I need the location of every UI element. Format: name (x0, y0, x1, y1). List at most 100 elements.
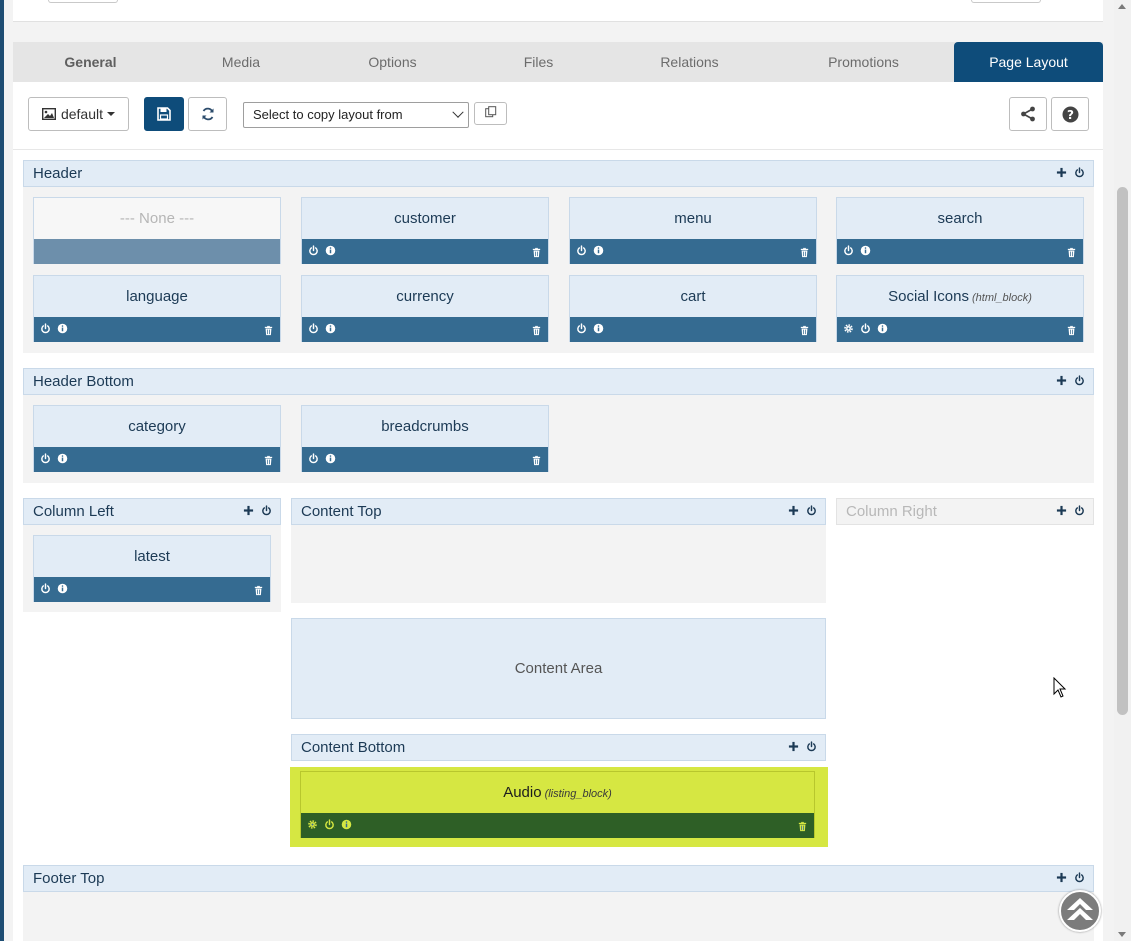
module-toolbar (34, 447, 280, 472)
copy-layout-select[interactable]: Select to copy layout from (243, 102, 469, 128)
power-icon[interactable] (576, 245, 587, 256)
module-block[interactable]: category (33, 405, 281, 472)
plus-icon[interactable] (1056, 872, 1067, 883)
vertical-scrollbar[interactable] (1114, 0, 1131, 941)
scroll-down-arrow-icon[interactable] (1118, 932, 1126, 937)
section-title: Column Right (846, 503, 937, 520)
gear-icon[interactable] (843, 323, 854, 334)
tab-files[interactable]: Files (471, 42, 606, 82)
footer-top-section-body (23, 892, 1094, 941)
info-icon[interactable] (877, 323, 888, 334)
module-title: breadcrumbs (302, 406, 548, 447)
section-header-footer-top: Footer Top (23, 865, 1094, 892)
module-toolbar (302, 317, 548, 342)
trash-icon[interactable] (253, 585, 264, 596)
plus-icon[interactable] (788, 505, 799, 516)
save-icon (157, 107, 171, 121)
info-icon[interactable] (325, 323, 336, 334)
module-title: Social Icons (html_block) (837, 276, 1083, 317)
module-title: search (837, 198, 1083, 239)
module-title: Audio (listing_block) (301, 772, 814, 813)
power-icon[interactable] (806, 505, 817, 516)
top-button-stub[interactable] (48, 0, 118, 3)
info-icon[interactable] (57, 583, 68, 594)
share-icon (1020, 106, 1036, 122)
module-block[interactable]: --- None --- (33, 197, 281, 264)
help-button[interactable]: ? (1051, 97, 1089, 131)
refresh-icon (201, 107, 215, 121)
refresh-button[interactable] (188, 97, 227, 131)
trash-icon[interactable] (263, 455, 274, 466)
trash-icon[interactable] (799, 247, 810, 258)
plus-icon[interactable] (788, 741, 799, 752)
power-icon[interactable] (308, 453, 319, 464)
module-block[interactable]: currency (301, 275, 549, 342)
trash-icon[interactable] (799, 325, 810, 336)
top-button-stub[interactable] (971, 0, 1041, 3)
module-block[interactable]: Audio (listing_block) (300, 771, 815, 838)
power-icon[interactable] (860, 323, 871, 334)
power-icon[interactable] (576, 323, 587, 334)
header-bottom-section-body: category breadcrumbs (23, 395, 1094, 483)
plus-icon[interactable] (1056, 167, 1067, 178)
power-icon[interactable] (308, 245, 319, 256)
module-block[interactable]: menu (569, 197, 817, 264)
power-icon[interactable] (1074, 505, 1085, 516)
info-icon[interactable] (860, 245, 871, 256)
tab-promotions[interactable]: Promotions (773, 42, 954, 82)
trash-icon[interactable] (531, 325, 542, 336)
power-icon[interactable] (40, 453, 51, 464)
tab-page-layout[interactable]: Page Layout (954, 42, 1103, 82)
share-button[interactable] (1009, 97, 1047, 131)
info-icon[interactable] (341, 819, 352, 830)
module-block[interactable]: breadcrumbs (301, 405, 549, 472)
info-icon[interactable] (57, 453, 68, 464)
tab-general[interactable]: General (13, 42, 168, 82)
section-title: Header Bottom (33, 373, 134, 390)
template-dropdown-button[interactable]: default (28, 97, 129, 131)
tab-relations[interactable]: Relations (606, 42, 773, 82)
tab-media[interactable]: Media (168, 42, 314, 82)
power-icon[interactable] (806, 741, 817, 752)
plus-icon[interactable] (1056, 505, 1067, 516)
module-title: latest (34, 536, 270, 577)
module-block[interactable]: search (836, 197, 1084, 264)
module-block[interactable]: cart (569, 275, 817, 342)
power-icon[interactable] (261, 505, 272, 516)
power-icon[interactable] (40, 583, 51, 594)
scroll-up-arrow-icon[interactable] (1118, 4, 1126, 9)
trash-icon[interactable] (263, 325, 274, 336)
trash-icon[interactable] (531, 455, 542, 466)
power-icon[interactable] (1074, 167, 1085, 178)
module-block[interactable]: customer (301, 197, 549, 264)
gear-icon[interactable] (307, 819, 318, 830)
plus-icon[interactable] (243, 505, 254, 516)
info-icon[interactable] (593, 245, 604, 256)
tab-options[interactable]: Options (314, 42, 471, 82)
info-icon[interactable] (325, 453, 336, 464)
info-icon[interactable] (57, 323, 68, 334)
power-icon[interactable] (1074, 375, 1085, 386)
trash-icon[interactable] (1066, 325, 1077, 336)
module-block[interactable]: Social Icons (html_block) (836, 275, 1084, 342)
scroll-to-top-button[interactable] (1059, 890, 1101, 932)
module-block[interactable]: language (33, 275, 281, 342)
scrollbar-thumb[interactable] (1117, 187, 1128, 715)
power-icon[interactable] (324, 819, 335, 830)
power-icon[interactable] (308, 323, 319, 334)
plus-icon[interactable] (1056, 375, 1067, 386)
copy-layout-button[interactable] (474, 102, 507, 125)
power-icon[interactable] (40, 323, 51, 334)
save-button[interactable] (144, 97, 184, 131)
module-block[interactable]: latest (33, 535, 271, 602)
module-title: language (34, 276, 280, 317)
trash-icon[interactable] (797, 821, 808, 832)
power-icon[interactable] (1074, 872, 1085, 883)
info-icon[interactable] (593, 323, 604, 334)
content-bottom-section-body: Audio (listing_block) (290, 767, 828, 847)
trash-icon[interactable] (1066, 247, 1077, 258)
module-title: cart (570, 276, 816, 317)
trash-icon[interactable] (531, 247, 542, 258)
info-icon[interactable] (325, 245, 336, 256)
power-icon[interactable] (843, 245, 854, 256)
